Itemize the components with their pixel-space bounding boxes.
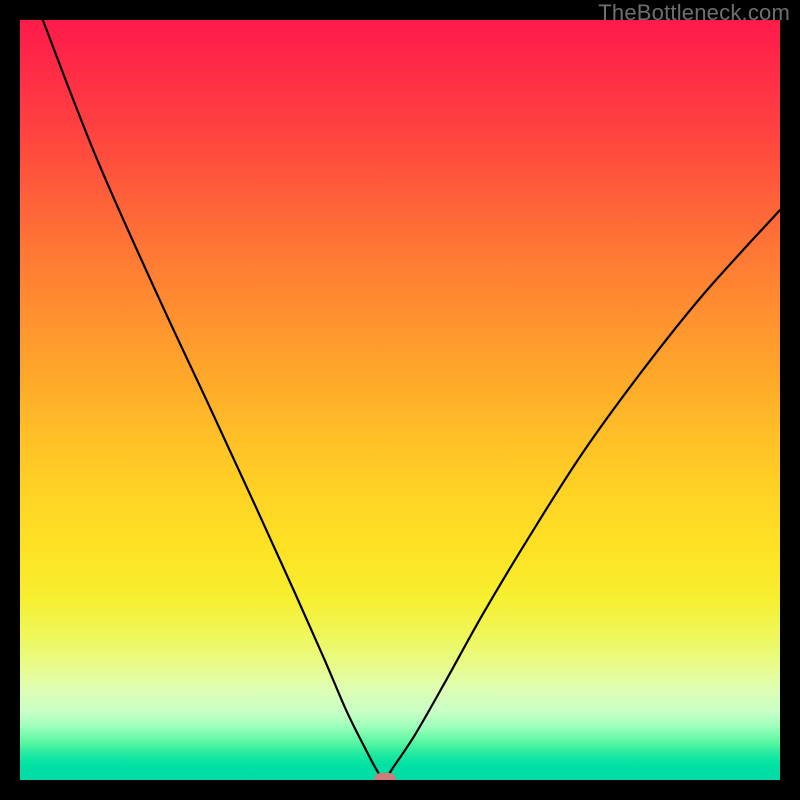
plot-area — [20, 20, 780, 780]
optimal-point-marker — [374, 773, 396, 780]
chart-frame: TheBottleneck.com — [0, 0, 800, 800]
bottleneck-curve — [20, 20, 780, 780]
